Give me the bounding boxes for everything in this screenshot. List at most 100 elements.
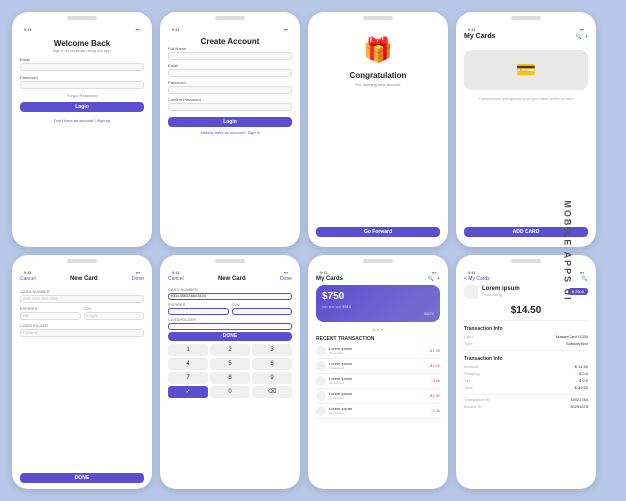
phone-my-cards-balance: 9:41▪▪▪ My Cards 🔍 + $750 •••• •••• ••••… <box>308 255 448 490</box>
card-message: Transactions will appear once you have a… <box>464 96 588 101</box>
keypad-key[interactable]: 6 <box>252 358 292 370</box>
keypad-key[interactable]: 3 <box>252 344 292 356</box>
add-icon-7[interactable]: + <box>437 276 440 282</box>
expiry-label-2: EXPIRES <box>168 302 229 307</box>
done-button[interactable]: Done <box>132 276 144 282</box>
done-button-2[interactable]: Done <box>280 276 292 282</box>
keypad-key[interactable]: 5 <box>210 358 250 370</box>
cardholder-label-2: CARDHOLDER <box>168 317 292 322</box>
keypad-key[interactable]: 0 <box>210 386 250 398</box>
list-item[interactable]: Lorem ipsum Completed -$1.90 <box>316 359 440 374</box>
login-button[interactable]: Login <box>20 102 144 112</box>
search-icon[interactable]: 🔍 <box>576 34 582 40</box>
done-submit-button[interactable]: DONE <box>20 473 144 483</box>
confirm-label: Confirm Password <box>168 97 292 102</box>
list-item[interactable]: Lorem ipsum Processing -$1.90 <box>316 344 440 359</box>
table-row: Transaction ID13921784 <box>464 397 588 402</box>
search-icon-7[interactable]: 🔍 <box>428 276 434 282</box>
search-icon-8[interactable]: 🔍 <box>582 276 588 282</box>
app-grid: 9:41▪▪▪ Welcome Back Sign in to continue… <box>0 0 626 501</box>
password-input[interactable] <box>20 81 144 89</box>
amount-display: $14.50 <box>464 305 588 316</box>
cancel-button-2[interactable]: Cancel <box>168 276 184 282</box>
expiry-cvv-row: EXPIRES MM CVV 3 digits <box>20 303 144 320</box>
divider-3 <box>464 394 588 395</box>
fields-section-3: Transaction ID13921784 Invoice ID39291678 <box>464 397 588 411</box>
card-icon: 💳 <box>516 60 536 80</box>
status-bar-4: 9:41▪▪▪ <box>464 26 588 33</box>
keypad-key[interactable]: 8 <box>210 372 250 384</box>
go-forward-label: Go Forward <box>364 229 392 235</box>
keypad-key[interactable]: 2 <box>210 344 250 356</box>
keypad-key[interactable]: 4 <box>168 358 208 370</box>
new-card-nav: Cancel New Card Done <box>20 276 144 282</box>
keypad-key[interactable]: 1 <box>168 344 208 356</box>
cancel-button[interactable]: Cancel <box>20 276 36 282</box>
ca-login-button[interactable]: Login <box>168 117 292 127</box>
expiry-input-2[interactable] <box>168 308 229 315</box>
password-label: Password <box>20 75 144 80</box>
my-cards-title-7: My Cards <box>316 276 343 282</box>
card-number-input[interactable]: 0000-0000-0000-0000 <box>20 295 144 303</box>
done-label: DONE <box>75 475 89 481</box>
cvv-label-2: CVV <box>232 302 293 307</box>
cvv-input-2[interactable] <box>232 308 293 315</box>
detail-subtitle: Processing <box>482 292 520 297</box>
email-input[interactable] <box>20 63 144 71</box>
keypad-key[interactable]: 9 <box>252 372 292 384</box>
confirm-input[interactable] <box>168 103 292 111</box>
card-number-label: CARD NUMBER <box>20 289 144 294</box>
status-bar-1: 9:41▪▪▪ <box>20 26 144 33</box>
gift-icon: 🎁 <box>316 36 440 65</box>
forgot-password[interactable]: Forgot Password <box>20 93 144 98</box>
card-number-input-2[interactable]: 5334-3563-1654-3134 <box>168 293 292 300</box>
table-row: Amount$ 14.50 <box>464 364 588 369</box>
tx-icon <box>316 346 326 356</box>
add-icon[interactable]: + <box>585 34 588 40</box>
cardholder-input[interactable]: Fullname <box>20 329 144 337</box>
tx-icon <box>316 406 326 416</box>
expiry-input[interactable]: MM <box>20 312 81 320</box>
keypad-key[interactable]: ✓ <box>168 386 208 398</box>
cvv-input[interactable]: 3 digits <box>84 312 145 320</box>
new-card-nav-2: Cancel New Card Done <box>168 276 292 282</box>
divider-1 <box>464 320 588 321</box>
welcome-subtitle: Sign in to continue using our app. <box>20 48 144 53</box>
tx-section-title: RECENT TRANSACTION <box>316 336 440 342</box>
signin-prompt: Already have an account? Sign in <box>168 130 292 135</box>
email-label: Email <box>20 57 144 62</box>
ca-login-label: Login <box>223 119 237 125</box>
ca-password-input[interactable] <box>168 86 292 94</box>
table-row: Invoice ID39291678 <box>464 404 588 409</box>
tx-icon <box>316 361 326 371</box>
phone-transaction-detail: 9:41▪▪▪ < My Cards 🔍 Lorem ipsum Process… <box>456 255 596 490</box>
fullname-input[interactable] <box>168 52 292 60</box>
welcome-title: Welcome Back <box>20 39 144 48</box>
watermark-text: MOBILE APPS UI <box>562 200 572 301</box>
done-submit-button-2[interactable]: DONE <box>168 332 292 341</box>
table-row: CardMasterCard /1334 <box>464 334 588 339</box>
detail-item-icon <box>464 285 478 299</box>
go-forward-button[interactable]: Go Forward <box>316 227 440 237</box>
keypad-key[interactable]: 7 <box>168 372 208 384</box>
section-title-1: Transaction Info <box>464 326 588 332</box>
create-account-title: Create Account <box>168 37 292 46</box>
header-actions-7: 🔍 + <box>428 276 440 282</box>
list-item[interactable]: Lorem ipsum Completed -4.4k <box>316 404 440 419</box>
list-item[interactable]: Lorem ipsum Completed -3.6k <box>316 374 440 389</box>
new-card-title-2: New Card <box>218 276 246 282</box>
login-label: Login <box>75 104 89 110</box>
cardholder-input-2[interactable] <box>168 323 292 330</box>
section-title-2: Transaction Info <box>464 356 588 362</box>
my-cards-header-7: My Cards 🔍 + <box>316 276 440 282</box>
card-number-display: •••• •••• •••• 4514 <box>322 304 434 309</box>
phone-congratulation: 🎁 Congratulation For opening new account… <box>308 12 448 247</box>
tx-details: Lorem ipsum Processing <box>329 346 352 355</box>
phone-new-card-keypad: 9:41▪▪▪ Cancel New Card Done CARD NUMBER… <box>160 255 300 490</box>
card-balance: $750 <box>322 291 434 302</box>
back-button[interactable]: < My Cards <box>464 276 490 282</box>
status-bar-5: 9:41▪▪▪ <box>20 269 144 276</box>
keypad-key[interactable]: ⌫ <box>252 386 292 398</box>
ca-email-input[interactable] <box>168 69 292 77</box>
list-item[interactable]: Lorem ipsum Completed -$1.90 <box>316 389 440 404</box>
